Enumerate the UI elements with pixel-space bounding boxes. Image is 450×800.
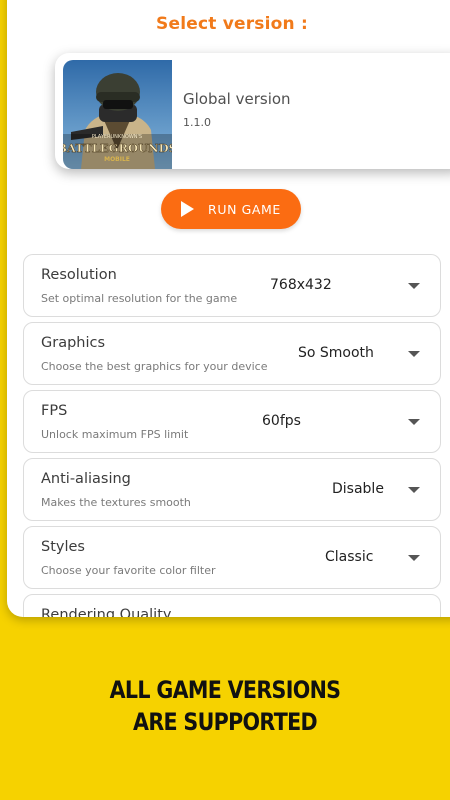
setting-name: Rendering Quality: [41, 607, 172, 617]
setting-name: Anti-aliasing: [41, 471, 131, 487]
setting-value: Disable: [332, 481, 384, 497]
run-game-label: RUN GAME: [208, 201, 281, 217]
promo-line-1: ALL GAME VERSIONS: [109, 676, 341, 704]
setting-description: Choose your favorite color filter: [41, 564, 216, 577]
setting-description: Choose the best graphics for your device: [41, 360, 268, 373]
setting-name: Resolution: [41, 267, 117, 283]
game-cover-image: PLAYERUNKNOWN'S BATTLEGROUNDS MOBILE: [63, 60, 172, 169]
page-title: Select version :: [156, 14, 308, 34]
chevron-down-icon: [408, 555, 420, 561]
setting-resolution[interactable]: Resolution Set optimal resolution for th…: [23, 254, 441, 317]
chevron-down-icon: [408, 419, 420, 425]
cover-text-top: PLAYERUNKNOWN'S: [92, 134, 142, 140]
chevron-down-icon: [408, 487, 420, 493]
setting-anti-aliasing[interactable]: Anti-aliasing Makes the textures smooth …: [23, 458, 441, 521]
cover-text-main: BATTLEGROUNDS: [63, 141, 172, 155]
setting-value: Classic: [325, 549, 374, 565]
setting-rendering-quality[interactable]: Rendering Quality: [23, 594, 441, 617]
setting-value: 60fps: [262, 413, 301, 429]
app-screen-card: Select version : PLAYERUNKNOWN'S BATTLEG…: [7, 0, 450, 617]
version-number: 1.1.0: [183, 116, 211, 129]
setting-fps[interactable]: FPS Unlock maximum FPS limit 60fps: [23, 390, 441, 453]
play-icon: [181, 201, 195, 217]
setting-value: 768x432: [270, 277, 332, 293]
setting-description: Set optimal resolution for the game: [41, 292, 238, 305]
promo-line-2: ARE SUPPORTED: [133, 708, 318, 736]
setting-description: Makes the textures smooth: [41, 496, 191, 509]
chevron-down-icon: [408, 351, 420, 357]
setting-graphics[interactable]: Graphics Choose the best graphics for yo…: [23, 322, 441, 385]
setting-value: So Smooth: [298, 345, 374, 361]
setting-styles[interactable]: Styles Choose your favorite color filter…: [23, 526, 441, 589]
version-name: Global version: [183, 90, 291, 108]
promo-text: ALL GAME VERSIONS ARE SUPPORTED: [32, 674, 419, 738]
setting-name: FPS: [41, 403, 68, 419]
chevron-down-icon: [408, 283, 420, 289]
setting-name: Graphics: [41, 335, 106, 351]
cover-text-sub: MOBILE: [104, 156, 130, 163]
setting-description: Unlock maximum FPS limit: [41, 428, 189, 441]
setting-name: Styles: [41, 539, 85, 555]
version-card-global[interactable]: PLAYERUNKNOWN'S BATTLEGROUNDS MOBILE Glo…: [55, 53, 450, 169]
run-game-button[interactable]: RUN GAME: [161, 189, 301, 229]
